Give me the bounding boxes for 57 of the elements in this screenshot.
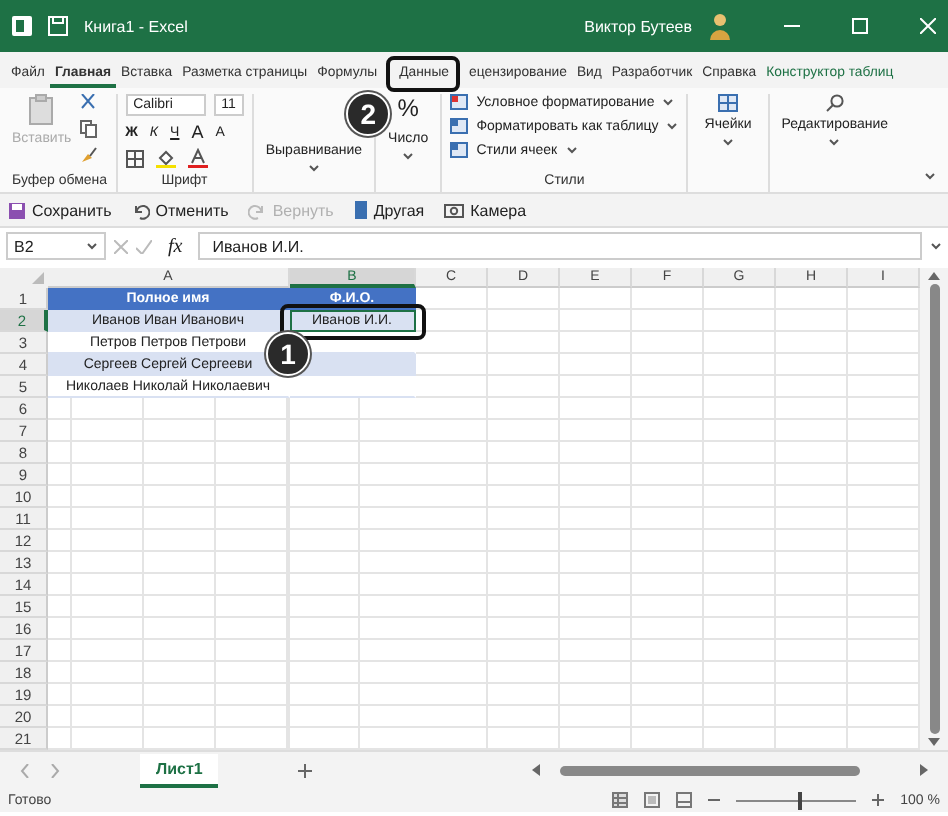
conditional-format-icon[interactable] (450, 94, 469, 110)
chevron-down-icon[interactable] (307, 163, 320, 171)
scissors-icon[interactable] (80, 94, 97, 112)
sheet-tab[interactable]: Лист1 (140, 753, 219, 787)
chevron-down-icon[interactable] (86, 242, 98, 250)
chevron-down-icon[interactable] (662, 98, 675, 106)
font-color-icon[interactable] (187, 148, 208, 168)
toolbar-button[interactable]: Отменить (131, 201, 229, 219)
zoom-out-icon[interactable] (708, 794, 721, 806)
horizontal-scrollbar[interactable] (560, 765, 860, 775)
cell-styles-icon[interactable] (450, 142, 469, 158)
chevron-down-icon[interactable] (402, 152, 415, 160)
document-icon[interactable] (353, 200, 368, 220)
excel-logo-icon[interactable] (12, 16, 32, 36)
fill-color-icon[interactable] (155, 148, 176, 168)
chevron-down-icon[interactable] (828, 138, 841, 146)
undo-icon[interactable] (131, 201, 150, 219)
page-break-icon[interactable] (676, 792, 693, 808)
cells-icon[interactable] (718, 94, 738, 112)
window-title: Книга1 - Excel (84, 17, 188, 35)
toolbar-button[interactable]: Сохранить (8, 201, 112, 219)
brush-icon[interactable] (79, 146, 98, 164)
scroll-left-icon[interactable] (532, 764, 540, 776)
save-icon[interactable] (48, 16, 68, 36)
maximize-icon[interactable] (852, 18, 868, 34)
insert-function-button[interactable]: fx (160, 235, 191, 257)
search-icon[interactable] (825, 94, 844, 112)
zoom-in-icon[interactable] (872, 794, 885, 806)
percent-icon[interactable]: % (397, 94, 419, 122)
grow-font-button[interactable]: A (191, 122, 204, 142)
formula-field[interactable]: Иванов И.И. (198, 232, 922, 260)
toolbar-button[interactable]: Другая (353, 200, 425, 220)
add-sheet-icon[interactable] (298, 763, 313, 777)
step-marker: 2 (346, 92, 391, 136)
scroll-right-icon[interactable] (920, 764, 928, 776)
scroll-down-icon[interactable] (928, 738, 940, 746)
chevron-down-icon[interactable] (722, 138, 734, 146)
borders-icon[interactable] (125, 149, 144, 167)
expand-formula-icon[interactable] (930, 242, 942, 250)
chevron-down-icon[interactable] (565, 146, 578, 154)
camera-icon[interactable] (444, 202, 465, 218)
chevron-down-icon[interactable] (666, 122, 679, 130)
save-icon[interactable] (8, 201, 26, 219)
toolbar-button[interactable]: Камера (444, 201, 527, 219)
close-icon[interactable] (920, 18, 936, 34)
collapse-ribbon-icon[interactable] (924, 172, 936, 180)
table-format-icon[interactable] (450, 118, 469, 134)
copy-icon[interactable] (79, 120, 98, 138)
vertical-scrollbar[interactable] (929, 284, 939, 734)
step-marker: 1 (266, 332, 310, 376)
name-box[interactable]: B2 (6, 232, 106, 260)
user-name: Виктор Бутеев (584, 17, 692, 35)
check-icon[interactable] (136, 239, 152, 253)
avatar-icon[interactable] (708, 12, 732, 40)
scroll-up-icon[interactable] (928, 272, 940, 280)
normal-view-icon[interactable] (612, 792, 629, 808)
page-layout-icon[interactable] (644, 792, 661, 808)
